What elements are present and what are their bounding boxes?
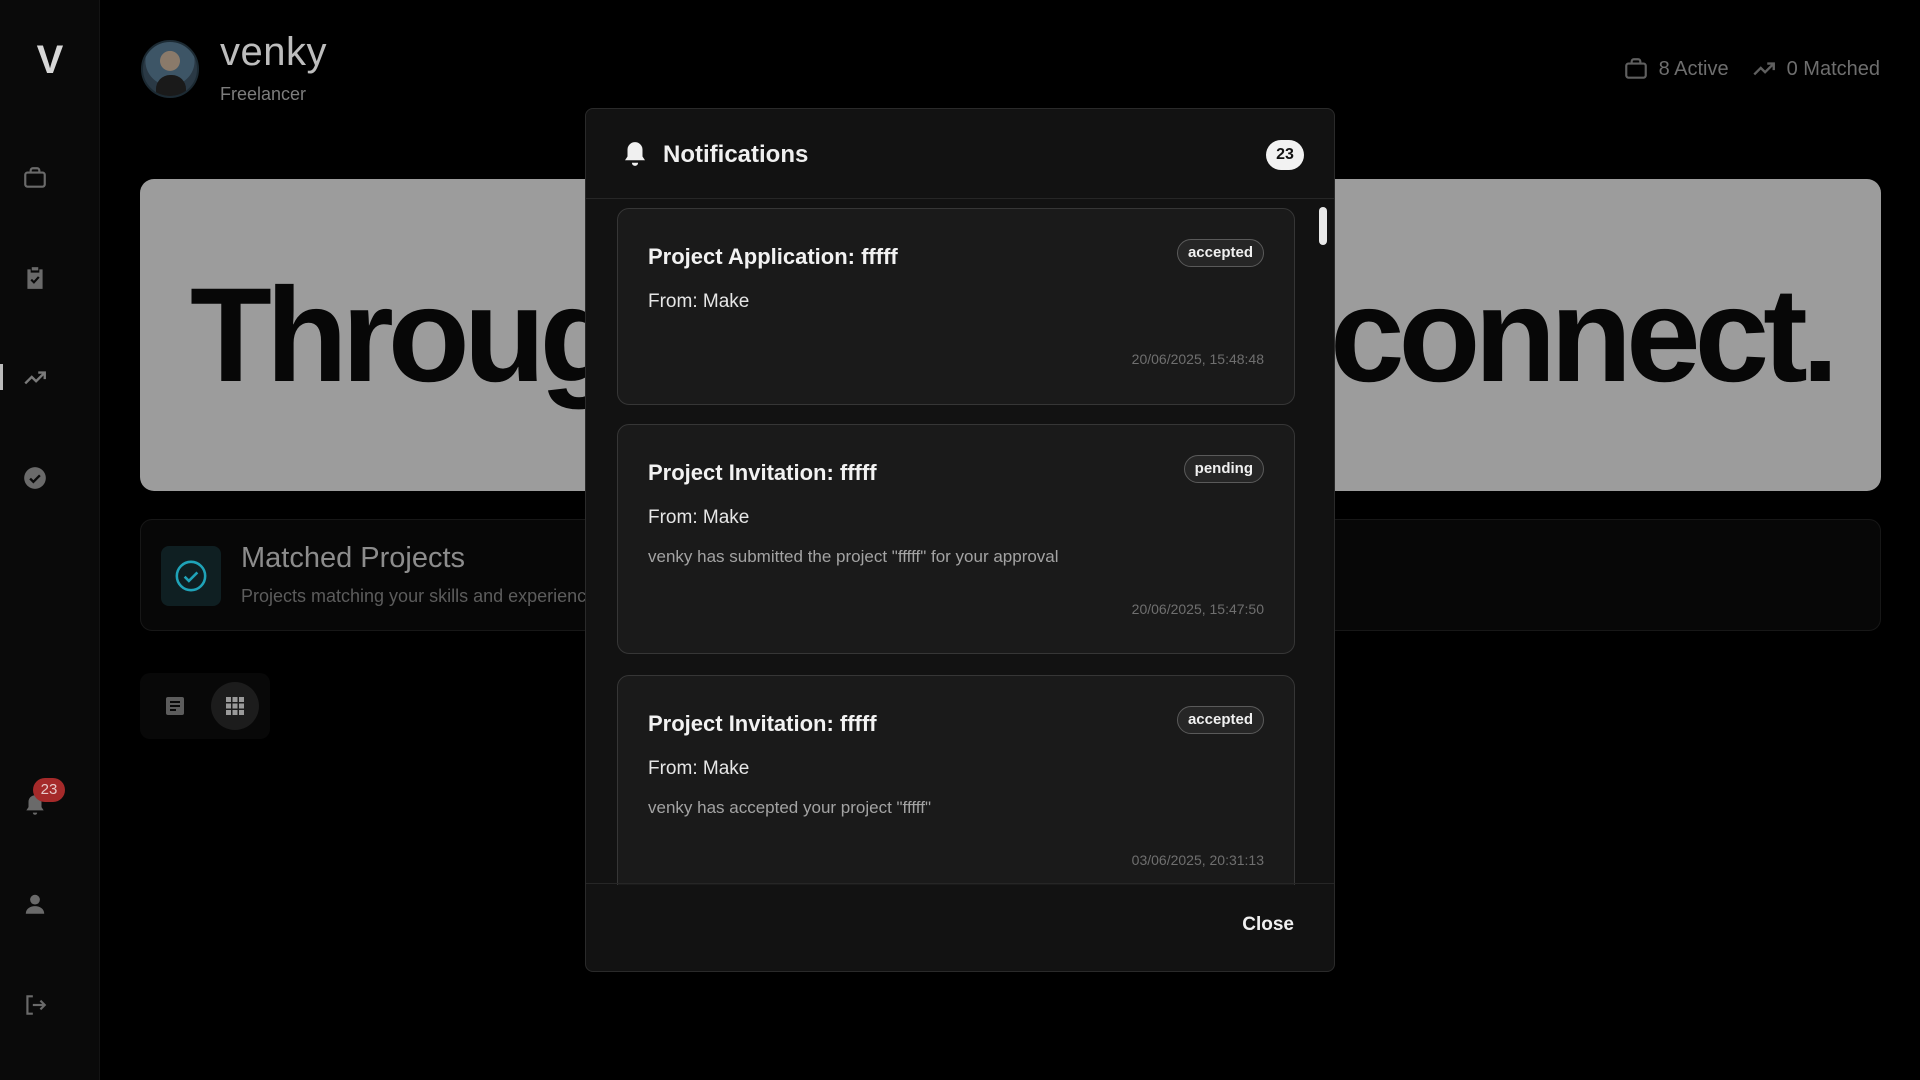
status-badge: accepted (1176, 706, 1264, 734)
notifications-modal: Notifications 23 Project Application: ff… (585, 108, 1335, 972)
modal-title: Notifications (663, 141, 809, 168)
notification-count-badge: 23 (1266, 140, 1304, 170)
matched-projects-icon-box (161, 546, 221, 606)
notification-title: Project Application: fffff (648, 244, 898, 269)
avatar[interactable] (141, 40, 199, 98)
clipboard-check-icon (27, 267, 43, 289)
notification-timestamp: 20/06/2025, 15:47:50 (1131, 601, 1264, 617)
sidebar-item-logout[interactable] (20, 990, 50, 1020)
view-toggle (140, 673, 270, 739)
check-circle-icon (24, 467, 46, 489)
bell-icon (625, 142, 645, 166)
notification-timestamp: 03/06/2025, 20:31:13 (1131, 852, 1264, 868)
active-count-label: 8 Active (1658, 57, 1729, 80)
sidebar: V 23 (0, 0, 100, 1080)
trending-up-icon (24, 371, 46, 385)
active-nav-indicator (0, 364, 3, 390)
hero-text-left: Throug (190, 261, 621, 410)
notification-count-badge: 23 (33, 778, 65, 802)
notification-sender: From: Make (648, 507, 750, 528)
notification-card[interactable]: Project Invitation: fffff pending From: … (617, 424, 1295, 654)
list-view-icon (166, 697, 184, 715)
notification-title: Project Invitation: fffff (648, 711, 877, 736)
briefcase-icon (24, 167, 46, 188)
notification-message: venky has accepted your project "fffff" (648, 798, 931, 817)
user-role: Freelancer (220, 84, 307, 104)
notification-list[interactable]: Project Application: fffff accepted From… (586, 200, 1334, 885)
matched-projects-stat: 0 Matched (1751, 56, 1880, 82)
user-name: venky (220, 30, 327, 74)
check-circle-icon (175, 560, 207, 592)
notification-timestamp: 20/06/2025, 15:48:48 (1131, 351, 1264, 367)
notification-sender: From: Make (648, 291, 750, 312)
sidebar-item-profile[interactable] (20, 889, 50, 919)
notification-message: venky has submitted the project "fffff" … (648, 547, 1059, 566)
scrollbar[interactable] (1318, 199, 1328, 885)
close-button[interactable]: Close (1242, 914, 1294, 936)
sidebar-item-projects[interactable] (20, 163, 50, 193)
notification-card[interactable]: Project Invitation: fffff accepted From:… (617, 675, 1295, 885)
active-projects-stat: 8 Active (1623, 56, 1729, 82)
notification-sender: From: Make (648, 758, 750, 779)
list-view-button[interactable] (151, 682, 199, 730)
user-icon (25, 894, 45, 914)
sidebar-item-completed[interactable] (20, 463, 50, 493)
matched-projects-subtitle: Projects matching your skills and experi… (241, 586, 597, 606)
sidebar-item-matched[interactable] (20, 363, 50, 393)
modal-footer: Close (586, 883, 1334, 971)
notification-card[interactable]: Project Application: fffff accepted From… (617, 208, 1295, 405)
matched-projects-title: Matched Projects (241, 542, 466, 574)
sidebar-item-tasks[interactable] (20, 263, 50, 293)
header-stats: 8 Active 0 Matched (1623, 56, 1880, 82)
scrollbar-thumb[interactable] (1319, 207, 1327, 245)
matched-count-label: 0 Matched (1786, 57, 1880, 80)
trending-up-icon (1753, 62, 1775, 76)
app-logo[interactable]: V (0, 38, 100, 83)
status-badge: accepted (1176, 239, 1264, 267)
status-badge: pending (1183, 455, 1264, 483)
grid-view-button[interactable] (211, 682, 259, 730)
notification-title: Project Invitation: fffff (648, 460, 877, 485)
briefcase-icon (1624, 58, 1647, 79)
modal-header: Notifications 23 (586, 109, 1334, 199)
grid-view-icon (226, 697, 244, 715)
logout-icon (26, 995, 47, 1015)
hero-text-right: connect. (1330, 261, 1839, 410)
